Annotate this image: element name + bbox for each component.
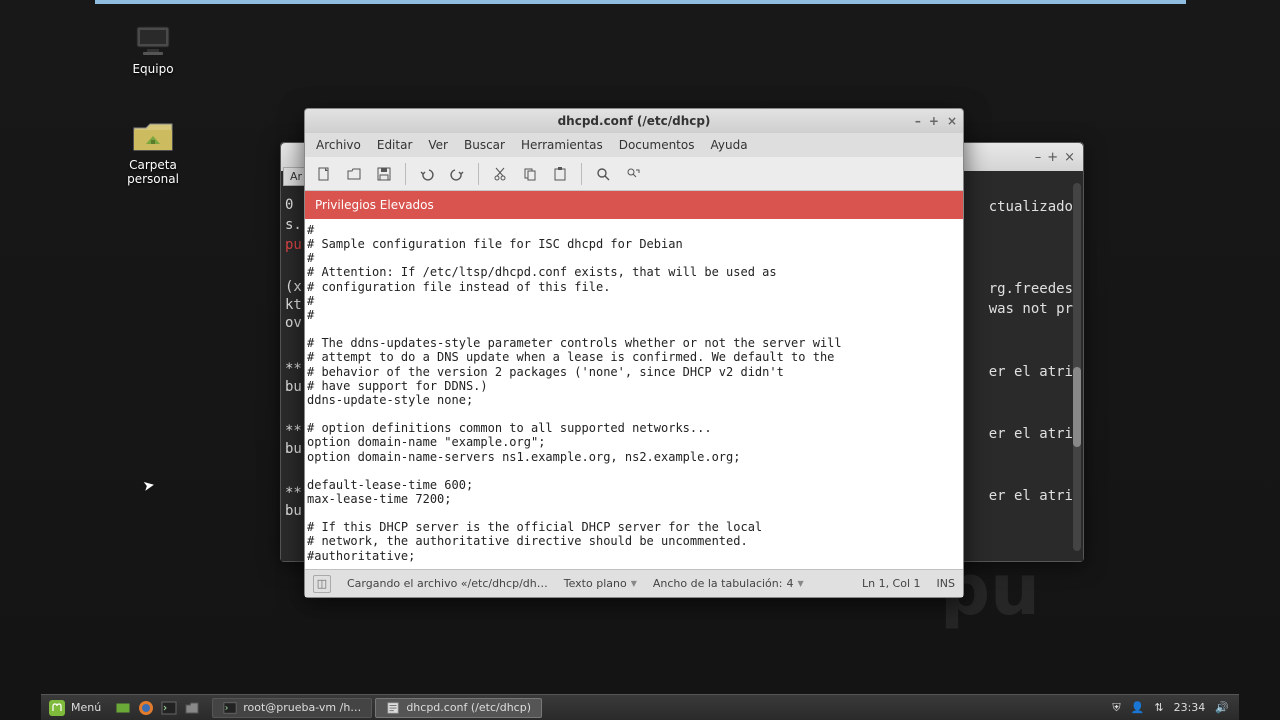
menu-editar[interactable]: Editar — [370, 135, 420, 155]
desktop-icon-computer[interactable]: Equipo — [108, 24, 198, 76]
terminal-text: s. — [285, 217, 302, 233]
redo-icon[interactable] — [444, 161, 470, 187]
editor-text-area[interactable]: # # Sample configuration file for ISC dh… — [305, 219, 963, 569]
separator — [478, 163, 479, 185]
show-desktop-icon[interactable] — [113, 698, 133, 718]
editor-titlebar[interactable]: dhcpd.conf (/etc/dhcp) – + × — [305, 109, 963, 133]
cursor-position: Ln 1, Col 1 — [862, 577, 921, 590]
menu-label: Menú — [71, 701, 101, 714]
task-list: root@prueba-vm /h… dhcpd.conf (/etc/dhcp… — [212, 698, 542, 718]
menu-herramientas[interactable]: Herramientas — [514, 135, 610, 155]
menu-archivo[interactable]: Archivo — [309, 135, 368, 155]
terminal-text: ov — [285, 315, 302, 331]
computer-icon — [132, 24, 174, 58]
tab-width-dropdown[interactable]: Ancho de la tabulación: 4 ▼ — [653, 577, 804, 590]
window-title: dhcpd.conf (/etc/dhcp) — [305, 114, 963, 128]
text-editor-window[interactable]: dhcpd.conf (/etc/dhcp) – + × Archivo Edi… — [304, 108, 964, 598]
search-icon[interactable] — [590, 161, 616, 187]
terminal-text: ** — [285, 423, 302, 439]
insert-mode[interactable]: INS — [937, 577, 955, 590]
terminal-text: er el atri — [989, 488, 1073, 504]
menu-ver[interactable]: Ver — [421, 135, 455, 155]
clock[interactable]: 23:34 — [1174, 701, 1206, 714]
editor-toolbar — [305, 157, 963, 191]
desktop: Equipo Carpeta personal pu – + × ctualiz… — [0, 0, 1280, 720]
terminal-text: 0 — [285, 197, 293, 213]
copy-icon[interactable] — [517, 161, 543, 187]
side-panel-toggle[interactable]: ◫ — [313, 575, 331, 593]
save-file-icon[interactable] — [371, 161, 397, 187]
menu-buscar[interactable]: Buscar — [457, 135, 512, 155]
search-replace-icon[interactable] — [620, 161, 646, 187]
home-folder-icon — [132, 120, 174, 154]
chevron-down-icon: ▼ — [631, 579, 637, 588]
network-icon[interactable]: ⇅ — [1154, 701, 1163, 714]
terminal-text: bu — [285, 441, 302, 457]
task-label: dhcpd.conf (/etc/dhcp) — [406, 701, 531, 714]
cut-icon[interactable] — [487, 161, 513, 187]
separator — [405, 163, 406, 185]
editor-statusbar: ◫ Cargando el archivo «/etc/dhcp/dh… Tex… — [305, 569, 963, 597]
elevated-privileges-banner: Privilegios Elevados — [305, 191, 963, 219]
shield-icon[interactable]: ⛨ — [1112, 701, 1120, 715]
task-editor[interactable]: dhcpd.conf (/etc/dhcp) — [375, 698, 542, 718]
top-accent-bar — [95, 0, 1186, 4]
terminal-text: ** — [285, 361, 302, 377]
open-file-icon[interactable] — [341, 161, 367, 187]
status-message: Cargando el archivo «/etc/dhcp/dh… — [347, 577, 548, 590]
menu-documentos[interactable]: Documentos — [612, 135, 702, 155]
minimize-button[interactable]: – — [915, 114, 921, 128]
new-file-icon[interactable] — [311, 161, 337, 187]
terminal-text: bu — [285, 379, 302, 395]
editor-menubar: Archivo Editar Ver Buscar Herramientas D… — [305, 133, 963, 157]
system-tray: ⛨ 👤 ⇅ 23:34 🔊 — [1102, 701, 1239, 715]
maximize-button[interactable]: + — [929, 114, 939, 128]
terminal-text: pu — [285, 237, 302, 253]
gedit-icon — [386, 701, 400, 715]
tab-width-label: Ancho de la tabulación: — [653, 577, 783, 590]
maximize-button[interactable]: + — [1047, 150, 1058, 165]
scrollbar-thumb[interactable] — [1073, 367, 1081, 447]
terminal-text: ** — [285, 485, 302, 501]
terminal-text: (x — [285, 279, 302, 295]
terminal-text: kt — [285, 297, 302, 313]
terminal-icon[interactable] — [159, 698, 179, 718]
start-menu-button[interactable]: Menú — [41, 695, 109, 720]
firefox-icon[interactable] — [136, 698, 156, 718]
files-icon[interactable] — [182, 698, 202, 718]
terminal-text: er el atri — [989, 426, 1073, 442]
close-button[interactable]: × — [947, 114, 957, 128]
terminal-text: er el atri — [989, 364, 1073, 380]
paste-icon[interactable] — [547, 161, 573, 187]
terminal-text: was not pr — [989, 301, 1073, 317]
undo-icon[interactable] — [414, 161, 440, 187]
syntax-label: Texto plano — [564, 577, 627, 590]
terminal-text: bu — [285, 503, 302, 519]
cursor-icon: ➤ — [142, 477, 156, 495]
desktop-icon-home[interactable]: Carpeta personal — [108, 120, 198, 186]
desktop-icon-label: Carpeta personal — [108, 158, 198, 186]
quick-launch — [109, 698, 206, 718]
chevron-down-icon: ▼ — [797, 579, 803, 588]
terminal-text: rg.freedes — [989, 281, 1073, 297]
terminal-text: ctualizado — [989, 199, 1073, 215]
terminal-scrollbar[interactable] — [1073, 183, 1081, 551]
mint-logo-icon — [49, 700, 65, 716]
task-terminal[interactable]: root@prueba-vm /h… — [212, 698, 372, 718]
desktop-icon-label: Equipo — [108, 62, 198, 76]
menu-ayuda[interactable]: Ayuda — [703, 135, 754, 155]
separator — [581, 163, 582, 185]
task-label: root@prueba-vm /h… — [243, 701, 361, 714]
terminal-icon — [223, 701, 237, 715]
taskbar: Menú root@prueba-vm /h… dhcpd.conf (/etc… — [41, 694, 1239, 720]
syntax-dropdown[interactable]: Texto plano ▼ — [564, 577, 637, 590]
user-icon[interactable]: 👤 — [1131, 701, 1145, 714]
close-button[interactable]: × — [1064, 150, 1075, 165]
sound-icon[interactable]: 🔊 — [1215, 701, 1229, 714]
minimize-button[interactable]: – — [1035, 150, 1042, 165]
tab-width-value: 4 — [786, 577, 793, 590]
